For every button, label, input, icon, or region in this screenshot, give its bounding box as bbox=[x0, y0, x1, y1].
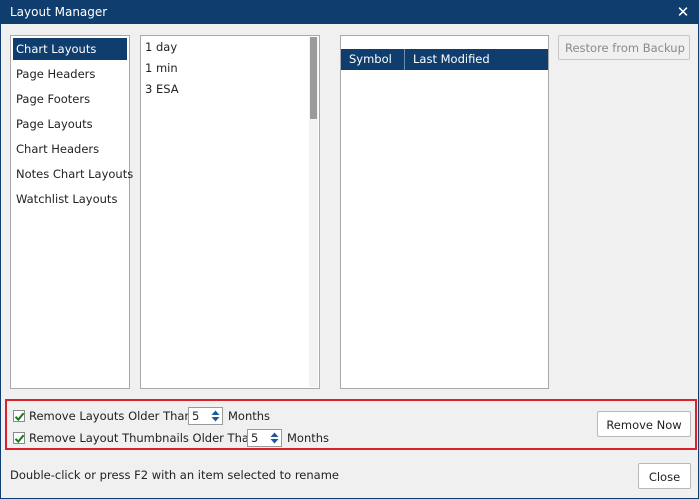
remove-thumbnails-label: Remove Layout Thumbnails Older Than bbox=[29, 431, 257, 445]
up-down-arrows-icon[interactable] bbox=[269, 431, 280, 445]
category-item-watchlist-layouts[interactable]: Watchlist Layouts bbox=[13, 188, 127, 210]
cleanup-options: Remove Layouts Older Than 5 Months Remov… bbox=[5, 399, 697, 450]
category-list[interactable]: Chart Layouts Page Headers Page Footers … bbox=[10, 35, 133, 389]
rename-hint: Double-click or press F2 with an item se… bbox=[10, 468, 339, 482]
remove-now-button[interactable]: Remove Now bbox=[597, 411, 691, 437]
checkmark-icon bbox=[14, 434, 25, 444]
layout-list-scrollbar[interactable] bbox=[309, 37, 318, 387]
title-bar[interactable]: Layout Manager ✕ bbox=[1, 1, 698, 24]
stepper-value: 5 bbox=[251, 431, 259, 445]
window-title: Layout Manager bbox=[10, 5, 108, 19]
table-header: Symbol Last Modified bbox=[341, 49, 548, 70]
stepper-value: 5 bbox=[192, 409, 200, 423]
column-header-last-modified[interactable]: Last Modified bbox=[405, 49, 548, 70]
category-item-page-layouts[interactable]: Page Layouts bbox=[13, 113, 127, 135]
scrollbar-thumb[interactable] bbox=[310, 37, 317, 119]
category-item-chart-headers[interactable]: Chart Headers bbox=[13, 138, 127, 160]
remove-layouts-label: Remove Layouts Older Than bbox=[29, 409, 192, 423]
category-item-notes-chart-layouts[interactable]: Notes Chart Layouts bbox=[13, 163, 133, 185]
category-item-page-footers[interactable]: Page Footers bbox=[13, 88, 127, 110]
layout-item[interactable]: 1 day bbox=[145, 37, 177, 58]
up-down-arrows-icon[interactable] bbox=[210, 409, 221, 423]
symbol-table[interactable]: Symbol Last Modified bbox=[340, 35, 549, 389]
close-button[interactable]: Close bbox=[638, 463, 691, 489]
column-header-symbol[interactable]: Symbol bbox=[341, 49, 405, 70]
remove-layouts-checkbox[interactable] bbox=[13, 410, 25, 422]
remove-thumbnails-checkbox[interactable] bbox=[13, 432, 25, 444]
months-label: Months bbox=[228, 409, 271, 423]
category-item-chart-layouts[interactable]: Chart Layouts bbox=[13, 38, 127, 60]
layout-list[interactable]: 1 day 1 min 3 ESA bbox=[140, 35, 320, 389]
checkmark-icon bbox=[14, 412, 25, 422]
close-icon[interactable]: ✕ bbox=[674, 1, 692, 23]
months-label: Months bbox=[287, 431, 330, 445]
layout-item[interactable]: 3 ESA bbox=[145, 79, 179, 100]
remove-layouts-months-stepper[interactable]: 5 bbox=[188, 407, 223, 425]
layout-item[interactable]: 1 min bbox=[145, 58, 178, 79]
category-item-page-headers[interactable]: Page Headers bbox=[13, 63, 127, 85]
layout-manager-window: Layout Manager ✕ Chart Layouts Page Head… bbox=[0, 0, 699, 499]
restore-from-backup-button[interactable]: Restore from Backup bbox=[558, 35, 690, 60]
remove-thumbnails-months-stepper[interactable]: 5 bbox=[247, 429, 282, 447]
